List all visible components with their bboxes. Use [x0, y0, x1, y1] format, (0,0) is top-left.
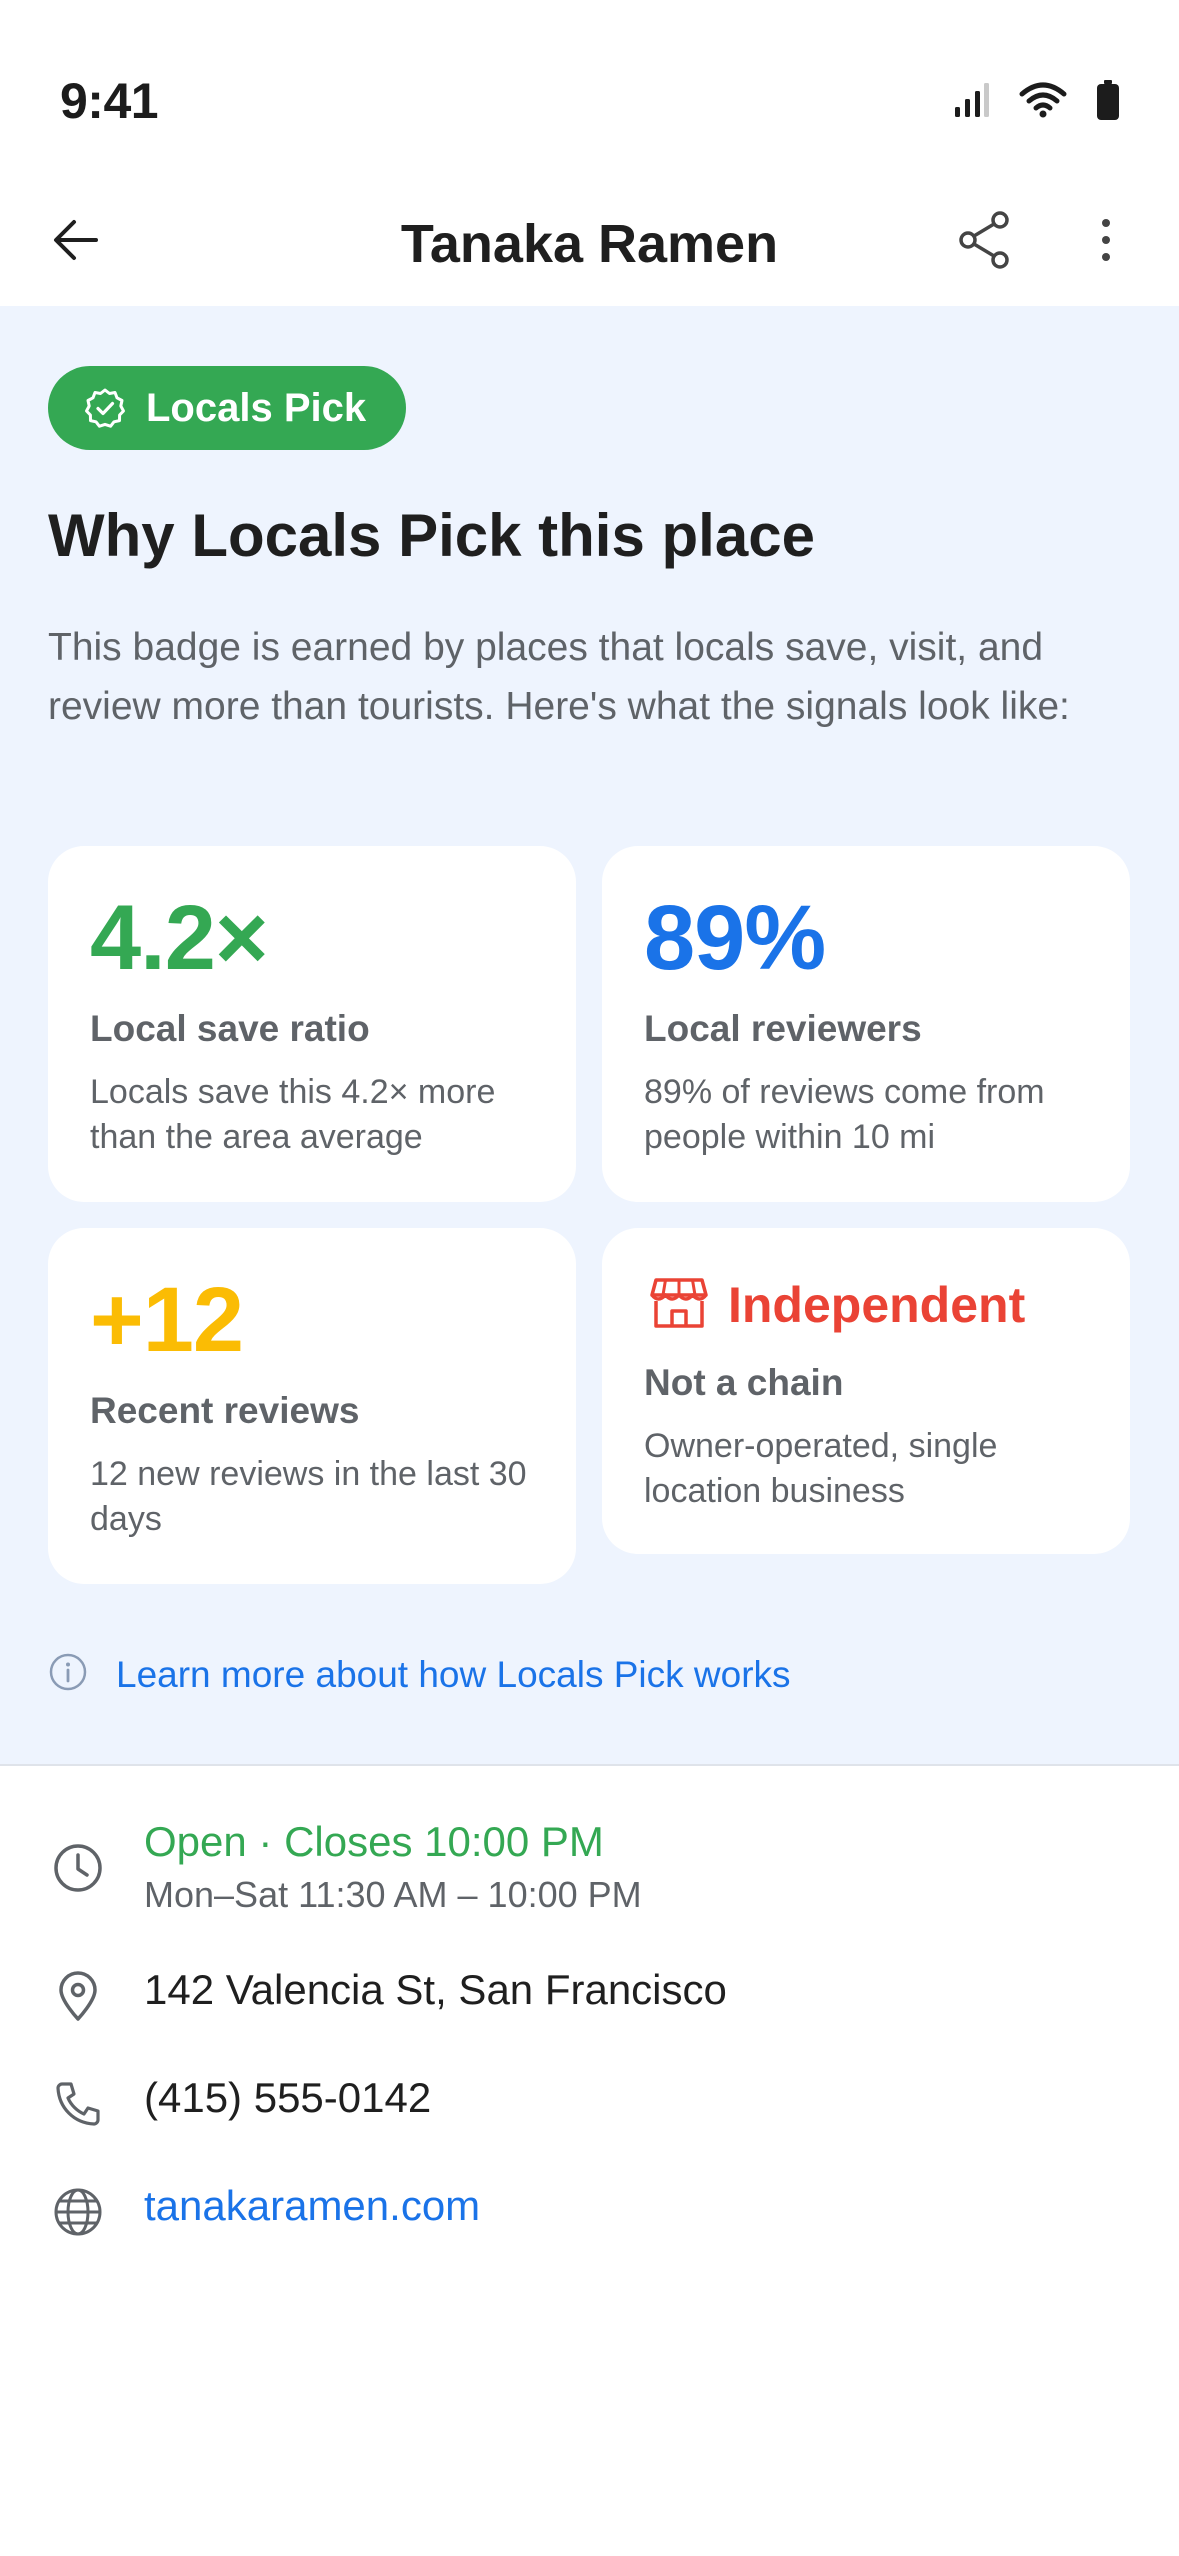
hours-detail: Mon–Sat 11:30 AM – 10:00 PM [144, 1874, 642, 1915]
signal-icon [953, 83, 989, 117]
verified-badge-icon [84, 387, 126, 429]
card-label: Local reviewers [644, 1008, 922, 1049]
section-heading: Why Locals Pick this place [48, 502, 815, 569]
signal-card-independent: Independent Not a chain Owner-operated, … [602, 1228, 1130, 1554]
phone-text: (415) 555-0142 [144, 2074, 432, 2121]
locals-pick-section: Locals Pick Why Locals Pick this place T… [0, 306, 1179, 1766]
wifi-icon [1019, 82, 1067, 118]
card-value: 89% [644, 887, 826, 989]
card-value: Independent [728, 1277, 1026, 1333]
signal-card-recent-reviews: +12 Recent reviews 12 new reviews in the… [48, 1228, 576, 1584]
app-bar: Tanaka Ramen [0, 180, 1179, 306]
status-icons [953, 80, 1119, 120]
card-description: Owner-operated, single location business [644, 1427, 998, 1510]
more-options-button[interactable] [1066, 202, 1146, 282]
storefront-icon [650, 1277, 708, 1334]
learn-more-text: Learn more about how Locals Pick works [116, 1653, 791, 1695]
learn-more-link[interactable]: Learn more about how Locals Pick works [48, 1652, 791, 1697]
phone-row[interactable]: (415) 555-0142 [0, 2074, 1179, 2138]
status-bar: 9:41 [0, 0, 1179, 180]
hours-row[interactable]: Open · Closes 10:00 PM Mon–Sat 11:30 AM … [0, 1818, 1179, 1928]
signal-card-save-ratio: 4.2× Local save ratio Locals save this 4… [48, 846, 576, 1202]
website-row[interactable]: tanakaramen.com [0, 2182, 1179, 2246]
phone-icon [50, 2076, 106, 2132]
section-description: This badge is earned by places that loca… [48, 626, 1070, 728]
locals-pick-badge: Locals Pick [48, 366, 407, 450]
more-vertical-icon [1100, 218, 1112, 267]
card-label: Recent reviews [90, 1390, 360, 1431]
independent-header: Independent [650, 1276, 1025, 1334]
card-label: Local save ratio [90, 1008, 370, 1049]
card-description: 12 new reviews in the last 30 days [90, 1455, 527, 1538]
card-value: +12 [90, 1269, 244, 1371]
card-value: 4.2× [90, 887, 269, 989]
address-row[interactable]: 142 Valencia St, San Francisco [0, 1966, 1179, 2030]
badge-label: Locals Pick [146, 385, 367, 430]
website-link[interactable]: tanakaramen.com [144, 2182, 480, 2230]
battery-icon [1097, 80, 1119, 120]
globe-icon [50, 2184, 106, 2240]
info-icon [48, 1652, 88, 1697]
share-button[interactable] [944, 202, 1024, 282]
card-description: Locals save this 4.2× more than the area… [90, 1073, 496, 1156]
card-label: Not a chain [644, 1362, 844, 1403]
signal-card-local-reviewers: 89% Local reviewers 89% of reviews come … [602, 846, 1130, 1202]
share-icon [957, 210, 1011, 274]
hours-status: Open · Closes 10:00 PM [144, 1818, 604, 1865]
address-text: 142 Valencia St, San Francisco [144, 1966, 727, 2013]
clock-icon [50, 1840, 106, 1896]
status-time: 9:41 [60, 73, 159, 129]
card-description: 89% of reviews come from people within 1… [644, 1073, 1045, 1156]
location-pin-icon [50, 1968, 106, 2024]
